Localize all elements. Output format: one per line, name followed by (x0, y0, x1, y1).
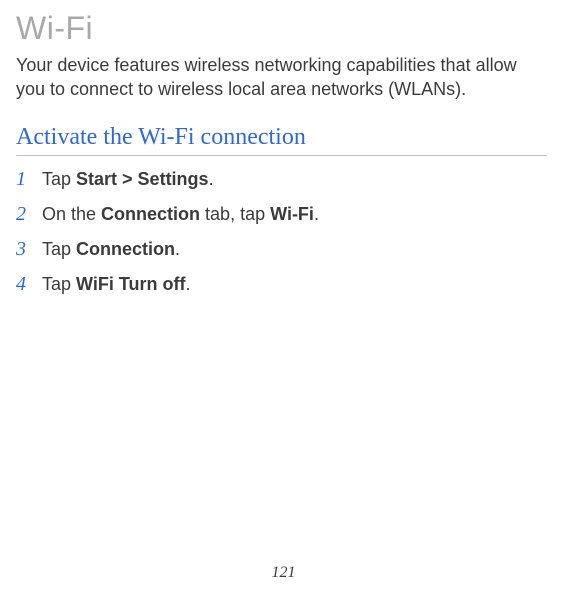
step-suffix: . (175, 239, 180, 259)
step-bold: Start > Settings (76, 169, 209, 189)
step-middle: tab, tap (200, 204, 270, 224)
step-suffix: . (314, 204, 319, 224)
step-number: 2 (16, 203, 32, 226)
step-text: Tap WiFi Turn off. (42, 274, 547, 295)
step-2: 2 On the Connection tab, tap Wi-Fi. (16, 203, 547, 226)
intro-paragraph: Your device features wireless networking… (16, 53, 547, 102)
step-text: Tap Start > Settings. (42, 169, 547, 190)
step-prefix: On the (42, 204, 101, 224)
step-text: On the Connection tab, tap Wi-Fi. (42, 204, 547, 225)
step-bold-1: Connection (101, 204, 200, 224)
step-number: 3 (16, 238, 32, 261)
step-4: 4 Tap WiFi Turn off. (16, 273, 547, 296)
subsection-title: Activate the Wi-Fi connection (16, 124, 547, 151)
step-suffix: . (209, 169, 214, 189)
step-bold: Connection (76, 239, 175, 259)
step-1: 1 Tap Start > Settings. (16, 168, 547, 191)
step-text: Tap Connection. (42, 239, 547, 260)
divider (16, 155, 547, 156)
section-title: Wi-Fi (16, 10, 547, 47)
step-prefix: Tap (42, 274, 76, 294)
step-3: 3 Tap Connection. (16, 238, 547, 261)
step-prefix: Tap (42, 239, 76, 259)
step-prefix: Tap (42, 169, 76, 189)
step-number: 4 (16, 273, 32, 296)
step-suffix: . (186, 274, 191, 294)
step-bold: WiFi Turn off (76, 274, 185, 294)
step-number: 1 (16, 168, 32, 191)
step-bold-2: Wi-Fi (270, 204, 314, 224)
page-number: 121 (272, 564, 296, 582)
